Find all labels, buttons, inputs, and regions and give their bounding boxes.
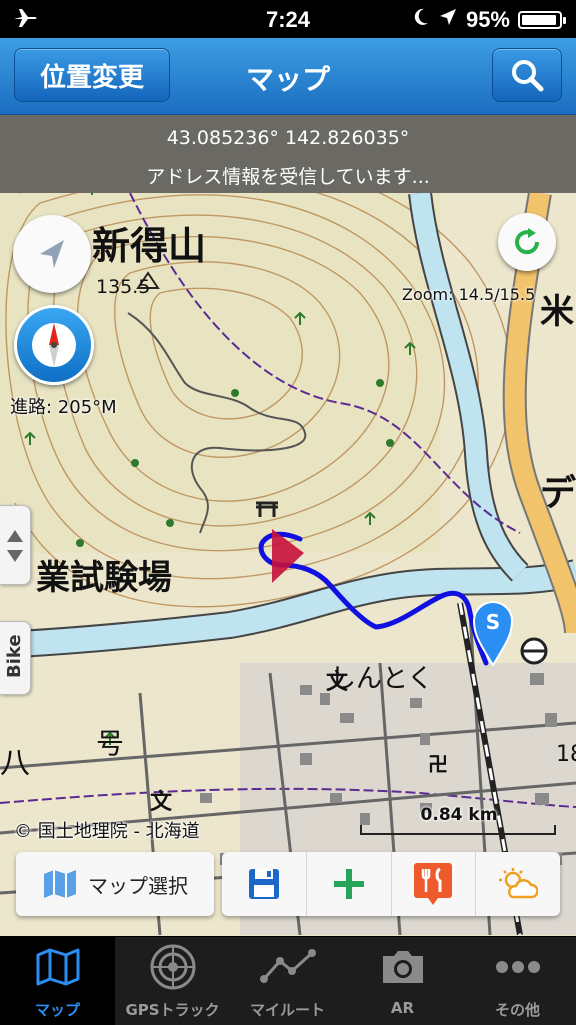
tab-more[interactable]: その他 [460,937,575,1025]
bike-mode-tab[interactable]: Bike [0,621,31,695]
search-icon [512,60,544,92]
start-pin-label: S [486,610,500,634]
tab-map[interactable]: マップ [0,937,115,1025]
tab-gps-track-label: GPSトラック [125,1001,220,1019]
svg-text:文: 文 [150,789,173,815]
location-info-bar: 43.085236° 142.826035° アドレス情報を受信しています... [0,115,576,193]
navigation-arrow-icon [40,240,64,268]
add-point-button[interactable] [307,852,392,916]
map-label-right-mid: デ [540,472,576,514]
restaurant-icon [414,863,453,905]
tab-bar: マップ GPSトラック マイルート AR その他 [0,936,576,1025]
tab-ar[interactable]: AR [345,937,460,1025]
tab-gps-track[interactable]: GPSトラック [115,937,230,1025]
map-label-elevation: 135.5 [96,276,150,298]
map-label-right-num: 18 [556,742,576,767]
battery-percent: 95% [465,7,510,32]
svg-text:文: 文 [326,669,349,695]
locate-me-button[interactable] [13,215,91,293]
nav-bar: 位置変更 マップ [0,38,576,115]
scale-line [360,825,556,835]
map-label-right-top-b: 米 [540,292,574,332]
coordinates-text: 43.085236° 142.826035° [166,127,410,149]
save-icon [248,869,279,899]
scale-label: 0.84 km [420,805,498,825]
save-button[interactable] [222,852,307,916]
track-scroll-handle[interactable] [0,505,31,585]
page-title: マップ [245,63,330,96]
up-down-arrows-icon [7,530,23,562]
scale-bar: 0.84 km [360,805,558,835]
tab-my-route-label: マイルート [249,1001,325,1019]
moon-icon [412,7,430,33]
map-label-number: 号 [96,727,124,760]
map-label-mountain: 新得山 [92,224,206,268]
compass-icon [32,323,76,367]
map-select-label: マップ選択 [88,873,188,898]
route-icon [259,949,316,983]
search-button[interactable] [492,48,562,102]
address-status-text: アドレス情報を受信しています... [146,166,430,188]
refresh-icon [515,228,540,255]
tab-ar-label: AR [390,999,415,1017]
map-icon [36,948,79,986]
zoom-readout: Zoom: 14.5/15.5 [402,285,536,304]
more-icon [495,961,540,973]
map-view[interactable]: 新得山 135.5 業試験場 しんとく 号 八 89 米 デ 18 S 文 文 … [0,193,576,935]
tab-my-route[interactable]: マイルート [230,937,345,1025]
map-icon [44,870,76,898]
map-select-button[interactable]: マップ選択 [16,852,214,916]
status-bar: 7:24 95% [0,0,576,38]
map-label-left: 八 [0,746,30,781]
refresh-button[interactable] [498,213,556,271]
action-toolbar [222,852,560,916]
tab-map-label: マップ [34,1001,80,1019]
map-copyright: © 国土地理院 - 北海道 [14,821,200,842]
plus-icon [333,869,364,899]
compass-button[interactable] [14,305,94,385]
bike-mode-label: Bike [4,634,25,678]
weather-button[interactable] [476,852,560,916]
tab-more-label: その他 [494,1001,540,1019]
restaurant-button[interactable] [392,852,477,916]
svg-text:卍: 卍 [428,752,448,776]
location-arrow-icon [438,7,458,33]
heading-readout: 進路: 205°M [10,397,117,418]
map-label-station: 業試験場 [36,558,172,598]
camera-icon [382,951,423,983]
radar-icon [150,944,195,990]
weather-icon [499,868,539,899]
battery-icon [518,11,566,29]
